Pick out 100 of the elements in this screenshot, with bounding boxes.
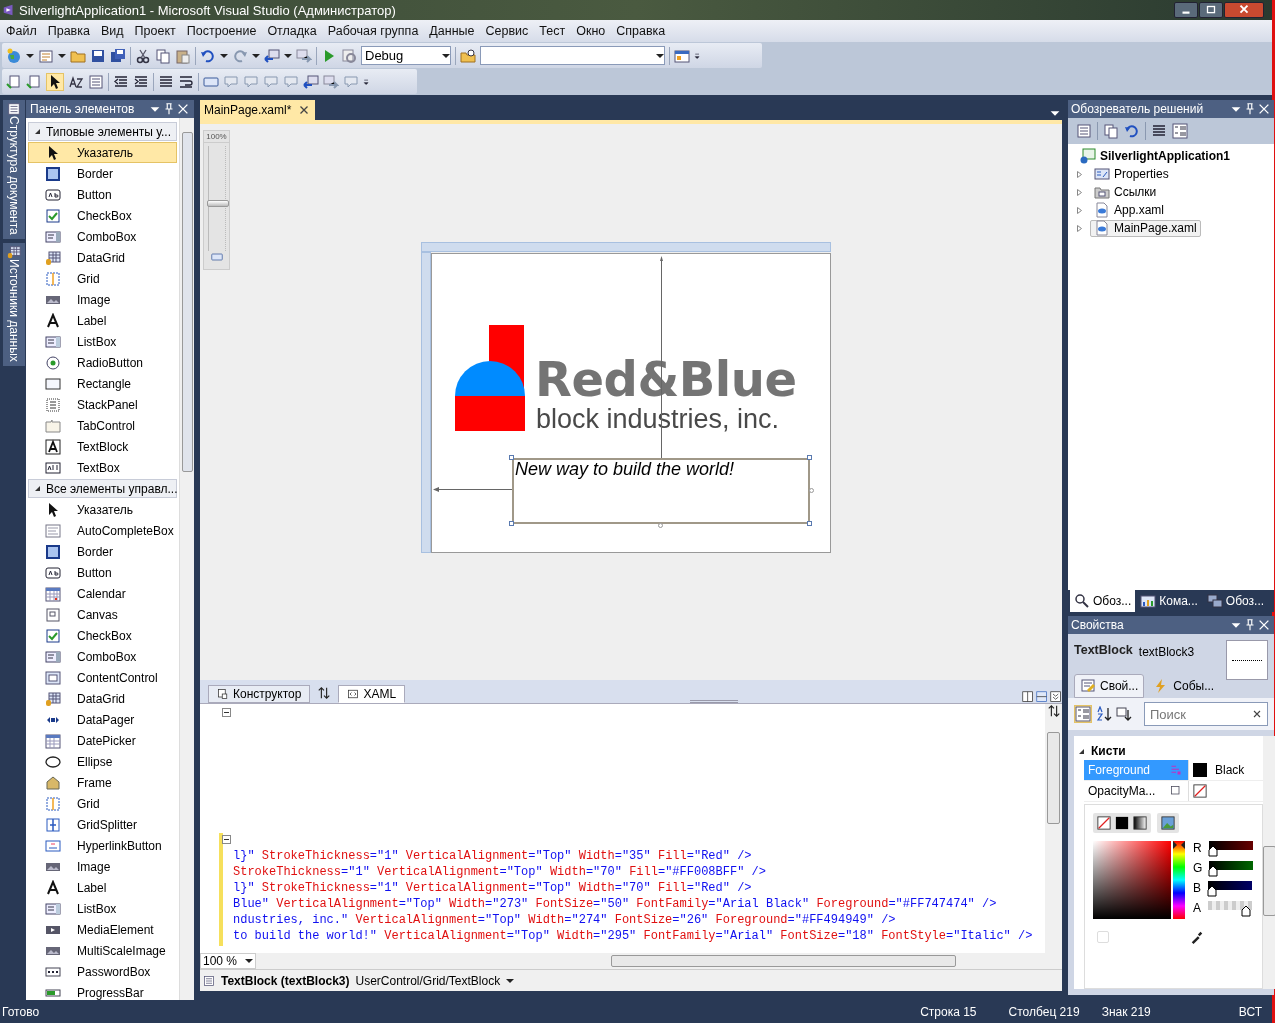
- toolbox-item[interactable]: Ellipse: [28, 751, 177, 772]
- breadcrumb-element[interactable]: TextBlock (textBlock3): [221, 973, 350, 988]
- color-checkbox[interactable]: [1097, 931, 1109, 943]
- resize-handle[interactable]: [807, 521, 812, 526]
- slider-thumb[interactable]: [1241, 906, 1251, 917]
- no-brush-icon[interactable]: [1193, 784, 1207, 798]
- toolbox-item[interactable]: DatePicker: [28, 730, 177, 751]
- toolbox-item[interactable]: Image: [28, 856, 177, 877]
- expand-arrow[interactable]: [34, 128, 41, 135]
- caret-icon[interactable]: [26, 53, 34, 58]
- view-tab[interactable]: XAML: [338, 685, 406, 703]
- toolbox-item[interactable]: GridSplitter: [28, 814, 177, 835]
- caret-icon[interactable]: [220, 53, 228, 58]
- clear-icon[interactable]: [1251, 708, 1263, 720]
- toolbox-item[interactable]: TextBox: [28, 457, 177, 478]
- scrollbar[interactable]: [1045, 704, 1062, 953]
- paste-icon[interactable]: [175, 47, 191, 64]
- toolbox-item[interactable]: HyperlinkButton: [28, 835, 177, 856]
- channel-slider[interactable]: [1207, 881, 1253, 898]
- indent-icon[interactable]: [133, 73, 149, 90]
- alpha-slider[interactable]: [1207, 901, 1253, 918]
- resize-handle[interactable]: [807, 455, 812, 460]
- menu-item[interactable]: Построение: [182, 22, 264, 40]
- save-icon[interactable]: [90, 47, 106, 64]
- menu-item[interactable]: Сервис: [481, 22, 536, 40]
- toolbox-item[interactable]: Image: [28, 289, 177, 310]
- categorized-icon[interactable]: [1075, 706, 1091, 722]
- toolbox-item[interactable]: Label: [28, 310, 177, 331]
- toolbox-item[interactable]: CheckBox: [28, 205, 177, 226]
- slider-thumb[interactable]: [1207, 886, 1217, 897]
- toolbox-item[interactable]: Указатель: [28, 499, 177, 520]
- breadcrumb-path[interactable]: UserControl/Grid/TextBlock: [355, 973, 501, 988]
- toolbox-item[interactable]: Label: [28, 877, 177, 898]
- toolbox-item[interactable]: Canvas: [28, 604, 177, 625]
- maximize-icon[interactable]: [1199, 2, 1223, 18]
- search-field[interactable]: Поиск: [1144, 702, 1268, 726]
- tree-item[interactable]: Ссылки: [1090, 183, 1161, 201]
- toolbox-item[interactable]: PasswordBox: [28, 961, 177, 982]
- toolbox-item[interactable]: ComboBox: [28, 226, 177, 247]
- toolbox-group-header[interactable]: Типовые элементы у...: [28, 122, 177, 141]
- toolbox-item[interactable]: Button: [28, 184, 177, 205]
- toolbox-item[interactable]: StackPanel: [28, 394, 177, 415]
- back-icon[interactable]: [303, 73, 319, 90]
- save-all-icon[interactable]: [110, 47, 126, 64]
- menu-item[interactable]: Проект: [130, 22, 183, 40]
- toolbox-item[interactable]: Border: [28, 541, 177, 562]
- splitter-grip[interactable]: [689, 700, 738, 703]
- toolbox-item[interactable]: Grid: [28, 793, 177, 814]
- menu-item[interactable]: Справка: [612, 22, 673, 40]
- toolbox-item[interactable]: ComboBox: [28, 646, 177, 667]
- scissors-icon[interactable]: [135, 47, 151, 64]
- toolbox-item[interactable]: Указатель: [28, 142, 177, 163]
- wrap-icon[interactable]: [178, 73, 194, 90]
- properties-tab[interactable]: Свой...: [1074, 674, 1145, 698]
- document-icon[interactable]: [26, 73, 42, 90]
- toolbox-item[interactable]: ContentControl: [28, 667, 177, 688]
- slider-thumb[interactable]: [1173, 841, 1185, 849]
- caret-icon[interactable]: [506, 978, 515, 983]
- resize-handle[interactable]: [809, 488, 814, 493]
- toolbox-group-header[interactable]: Все элементы управл...: [28, 479, 177, 498]
- tree-item[interactable]: SilverlightApplication1: [1076, 147, 1235, 165]
- color-swatch[interactable]: [1193, 763, 1207, 777]
- toolbox-item[interactable]: Rectangle: [28, 373, 177, 394]
- zoom-slider[interactable]: 100%: [203, 130, 230, 270]
- toolbox-item[interactable]: DataPager: [28, 709, 177, 730]
- tree-item[interactable]: Properties: [1090, 165, 1173, 183]
- property-value[interactable]: Black: [1215, 763, 1245, 777]
- toolbox-item[interactable]: Button: [28, 562, 177, 583]
- toolbox-item[interactable]: ProgressBar: [28, 982, 177, 1000]
- resize-handle[interactable]: [509, 455, 514, 460]
- square-icon[interactable]: [1170, 785, 1182, 797]
- toolbox-item[interactable]: TextBlock: [28, 436, 177, 457]
- toolbox-item[interactable]: TabControl: [28, 415, 177, 436]
- hue-slider[interactable]: [1173, 841, 1185, 919]
- gradient-brush-icon[interactable]: [1133, 816, 1147, 830]
- attach-icon[interactable]: [341, 47, 357, 64]
- resize-handle[interactable]: [509, 521, 514, 526]
- view-tab[interactable]: Конструктор: [208, 685, 311, 703]
- tree-item[interactable]: App.xaml: [1090, 201, 1169, 219]
- caret-icon[interactable]: [58, 53, 66, 58]
- swap-icon[interactable]: [317, 686, 332, 700]
- side-tab[interactable]: Структура документа: [3, 100, 25, 239]
- toolbox-item[interactable]: Calendar: [28, 583, 177, 604]
- properties-icon[interactable]: [1076, 123, 1092, 139]
- toolbox-item[interactable]: CheckBox: [28, 625, 177, 646]
- toolbox-item[interactable]: RadioButton: [28, 352, 177, 373]
- document-icon[interactable]: [6, 73, 22, 90]
- eyedropper-icon[interactable]: [1190, 930, 1204, 944]
- caret-icon[interactable]: [252, 53, 260, 58]
- menu-item[interactable]: Правка: [43, 22, 97, 40]
- menu-item[interactable]: Отладка: [263, 22, 324, 40]
- toolbox-item[interactable]: ListBox: [28, 898, 177, 919]
- copy-icon[interactable]: [155, 47, 171, 64]
- split-icon[interactable]: [1046, 704, 1061, 718]
- close-icon[interactable]: [1224, 2, 1264, 18]
- slider-thumb[interactable]: [1208, 866, 1219, 877]
- expand-arrow[interactable]: [34, 485, 41, 492]
- slider-thumb[interactable]: [206, 199, 229, 207]
- toolbox-item[interactable]: Frame: [28, 772, 177, 793]
- resize-handle[interactable]: [658, 523, 663, 528]
